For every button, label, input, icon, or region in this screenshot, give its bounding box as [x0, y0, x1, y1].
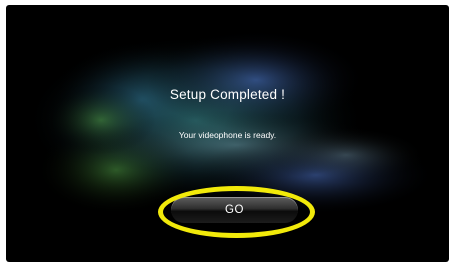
go-button-label: GO [225, 204, 244, 216]
ready-message: Your videophone is ready. [178, 130, 277, 140]
videophone-screen: Setup Completed ! Your videophone is rea… [6, 5, 449, 262]
go-button[interactable]: GO [171, 197, 298, 223]
outer-frame: Setup Completed ! Your videophone is rea… [0, 0, 455, 278]
setup-completed-title: Setup Completed ! [169, 87, 286, 102]
